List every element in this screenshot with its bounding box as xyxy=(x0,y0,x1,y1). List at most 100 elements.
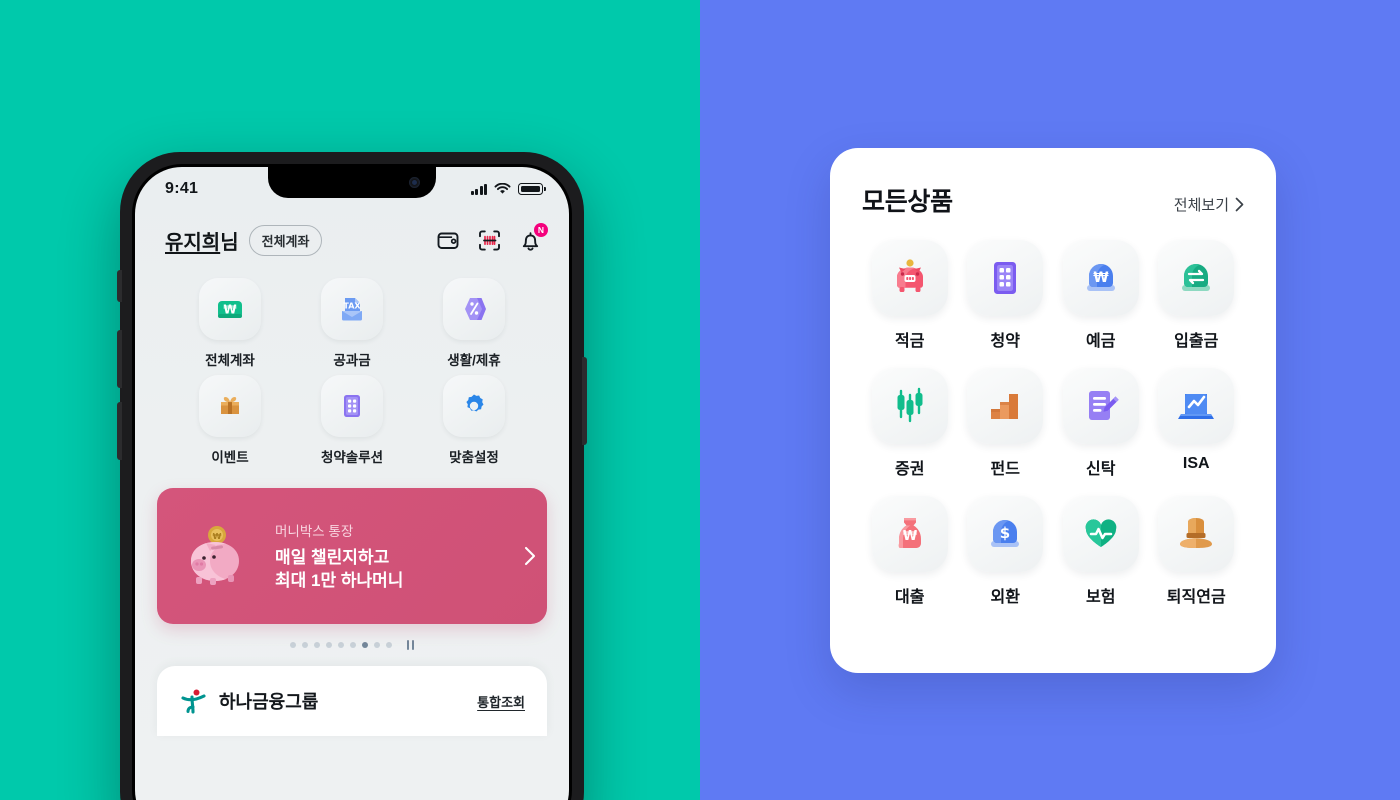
phone-mockup: 9:41 유지희님 전체계좌 N ₩ 전체계좌 TAX 공과금 생활/제휴 이벤… xyxy=(117,152,587,800)
product-tile: $ xyxy=(967,496,1044,572)
front-camera-icon xyxy=(409,177,420,188)
banner-title-line2: 최대 1만 하나머니 xyxy=(275,570,404,590)
phone-power-button[interactable] xyxy=(582,357,587,445)
quick-menu-item-all-accounts[interactable]: ₩ 전체계좌 xyxy=(169,278,291,369)
promo-banner[interactable]: ₩ 머니박스 통장 매일 챌린지하고 최대 1만 하나머니 xyxy=(157,488,547,624)
product-label: 펀드 xyxy=(990,461,1020,478)
header-icon-group: N xyxy=(436,223,548,253)
quick-tile xyxy=(321,375,383,437)
product-item-isa[interactable]: ISA xyxy=(1149,368,1245,479)
product-item-insurance[interactable]: 보험 xyxy=(1053,496,1149,607)
cellular-bars-icon xyxy=(470,183,487,195)
product-tile xyxy=(1158,368,1235,444)
pagination-dot[interactable] xyxy=(301,642,308,648)
quick-tile: ₩ xyxy=(199,278,261,340)
product-item-deposit[interactable]: ₩ 예금 xyxy=(1053,240,1149,351)
product-item-transfer[interactable]: 입출금 xyxy=(1149,240,1245,351)
product-tile xyxy=(967,368,1044,444)
phone-volume-down-button[interactable] xyxy=(117,402,122,460)
products-grid: 적금 청약 ₩ 예금 입출금 증권 펀드 신탁 ISA ₩ 대출 $ 외환 보험… xyxy=(862,240,1244,607)
pause-icon[interactable] xyxy=(406,640,415,650)
quick-menu-item-utility-bill[interactable]: TAX 공과금 xyxy=(291,278,413,369)
product-tile xyxy=(967,240,1044,316)
barcode-scan-icon[interactable] xyxy=(477,228,502,253)
product-label: 증권 xyxy=(895,461,925,478)
product-item-securities[interactable]: 증권 xyxy=(862,368,958,479)
phone-volume-up-button[interactable] xyxy=(117,330,122,388)
phone-bezel: 9:41 유지희님 전체계좌 N ₩ 전체계좌 TAX 공과금 생활/제휴 이벤… xyxy=(132,164,572,800)
phone-notch xyxy=(268,167,436,198)
hana-group-card[interactable]: 하나금융그룹 통합조회 xyxy=(157,666,547,736)
bell-icon[interactable]: N xyxy=(518,223,548,253)
bar-chart-icon xyxy=(991,394,1019,419)
svg-text:₩: ₩ xyxy=(213,532,222,541)
pagination-dot-active[interactable] xyxy=(361,642,368,648)
banner-pagination[interactable] xyxy=(135,640,569,650)
product-label: 적금 xyxy=(895,333,925,350)
pagination-dot[interactable] xyxy=(289,642,296,648)
product-label: 예금 xyxy=(1086,333,1116,350)
quick-tile xyxy=(199,375,261,437)
app-header: 유지희님 전체계좌 N xyxy=(135,211,569,256)
user-name-suffix: 님 xyxy=(220,232,239,254)
svg-text:₩: ₩ xyxy=(1093,270,1109,286)
piggy-bank-icon xyxy=(896,259,923,292)
building-grid-icon xyxy=(994,262,1017,294)
product-item-subscription[interactable]: 청약 xyxy=(958,240,1054,351)
building-grid-icon xyxy=(344,395,360,417)
all-products-card: 모든상품 전체보기 적금 청약 ₩ 예금 입출금 증권 펀드 신탁 ISA ₩ … xyxy=(830,148,1276,673)
quick-tile: TAX xyxy=(321,278,383,340)
pagination-dot[interactable] xyxy=(373,642,380,648)
quick-menu-item-life-partner[interactable]: 생활/제휴 xyxy=(413,278,535,369)
battery-full-icon xyxy=(518,183,546,195)
product-label: 대출 xyxy=(895,589,925,606)
heart-pulse-icon xyxy=(1085,519,1117,547)
hana-financial-logo-icon xyxy=(181,689,206,714)
document-pen-icon xyxy=(1088,391,1119,420)
quick-menu-item-custom-settings[interactable]: 맞춤설정 xyxy=(413,375,535,466)
quick-menu-item-event[interactable]: 이벤트 xyxy=(169,375,291,466)
phone-screen: 9:41 유지희님 전체계좌 N ₩ 전체계좌 TAX 공과금 생활/제휴 이벤… xyxy=(135,167,569,800)
pagination-dot[interactable] xyxy=(313,642,320,648)
quick-menu-label: 공과금 xyxy=(333,353,371,368)
svg-text:$: $ xyxy=(1000,524,1010,542)
product-item-fund[interactable]: 펀드 xyxy=(958,368,1054,479)
all-accounts-chip[interactable]: 전체계좌 xyxy=(248,225,323,256)
product-label: 청약 xyxy=(990,333,1020,350)
user-name: 유지희님 xyxy=(165,226,239,255)
transfer-arrows-icon xyxy=(1182,264,1211,291)
pagination-dot[interactable] xyxy=(325,642,332,648)
product-label: 퇴직연금 xyxy=(1166,589,1226,606)
gear-icon xyxy=(466,394,484,412)
product-tile: ₩ xyxy=(871,496,948,572)
banner-text: 머니박스 통장 매일 챌린지하고 최대 1만 하나머니 xyxy=(275,520,513,593)
discount-tag-icon xyxy=(465,298,486,320)
pagination-dot[interactable] xyxy=(349,642,356,648)
tax-envelope-icon: TAX xyxy=(342,298,362,321)
product-label: ISA xyxy=(1182,455,1210,472)
quick-menu-label: 전체계좌 xyxy=(205,353,255,368)
phone-silence-switch[interactable] xyxy=(117,270,122,302)
pagination-dot[interactable] xyxy=(385,642,392,648)
product-item-trust[interactable]: 신탁 xyxy=(1053,368,1149,479)
product-item-savings[interactable]: 적금 xyxy=(862,240,958,351)
quick-menu-grid: ₩ 전체계좌 TAX 공과금 생활/제휴 이벤트 청약솔루션 맞춤설정 xyxy=(135,256,569,466)
banner-kicker: 머니박스 통장 xyxy=(275,523,354,539)
quick-tile xyxy=(443,375,505,437)
product-tile: ₩ xyxy=(1062,240,1139,316)
quick-menu-item-subscription-solution[interactable]: 청약솔루션 xyxy=(291,375,413,466)
product-label: 신탁 xyxy=(1086,461,1116,478)
product-tile xyxy=(871,240,948,316)
product-item-retirement-pension[interactable]: 퇴직연금 xyxy=(1149,496,1245,607)
chevron-right-icon[interactable] xyxy=(513,545,547,567)
integrated-inquiry-link[interactable]: 통합조회 xyxy=(477,692,525,711)
products-header: 모든상품 전체보기 xyxy=(862,182,1244,218)
pagination-dot[interactable] xyxy=(337,642,344,648)
product-item-loan[interactable]: ₩ 대출 xyxy=(862,496,958,607)
hat-icon xyxy=(1180,518,1213,548)
wallet-icon[interactable] xyxy=(436,228,461,253)
brand-name: 하나금융그룹 xyxy=(219,692,319,712)
product-item-foreign-exchange[interactable]: $ 외환 xyxy=(958,496,1054,607)
view-all-link[interactable]: 전체보기 xyxy=(1174,194,1244,215)
notification-badge: N xyxy=(534,223,548,237)
